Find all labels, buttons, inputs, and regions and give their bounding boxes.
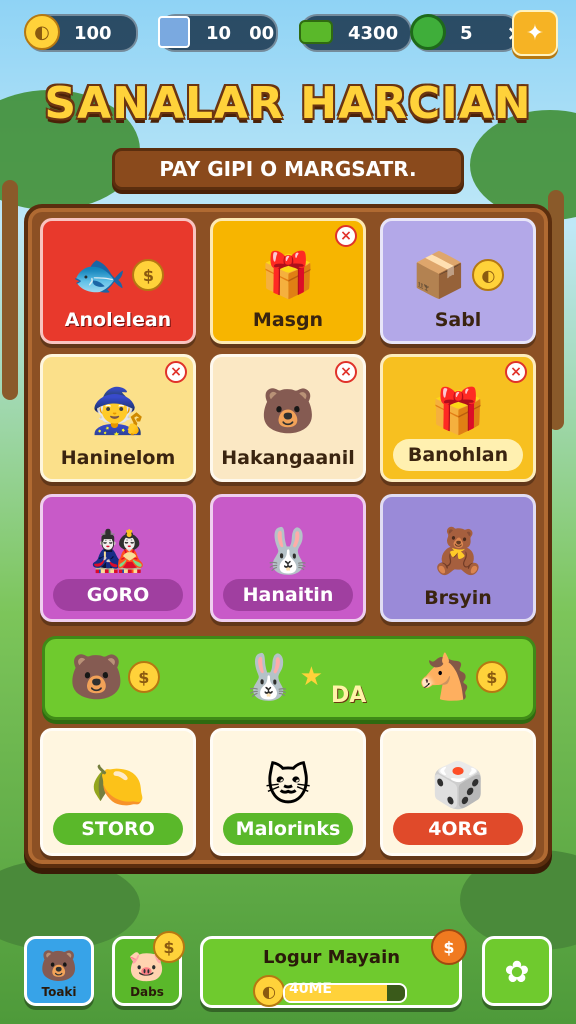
card-label: Haninelom <box>60 447 176 469</box>
main-action-value: 40ME <box>289 981 332 997</box>
card-label: STORO <box>53 813 183 845</box>
card-brsyin[interactable]: 🧸 Brsyin <box>380 494 536 622</box>
puzzle-icon: ✿ <box>504 955 530 990</box>
bottom-bar: 🐻 Toaki 🐷 Dabs $ Logur Mayain ◐ 40ME $ ✿ <box>0 926 576 1024</box>
card-label: 4ORG <box>393 813 523 845</box>
card-label: Anolelean <box>64 309 172 331</box>
cards-extra-value: 00 <box>249 22 275 44</box>
blue-creature-icon: 🐟 <box>71 250 127 301</box>
card-storo[interactable]: 🍋 STORO <box>40 728 196 856</box>
coin-icon: ◐ <box>22 12 62 52</box>
blocks-icon: 🧸 <box>430 526 486 577</box>
toy-figure-icon: 🎎 <box>90 526 146 577</box>
card-malorinks[interactable]: 🐱 Malorinks <box>210 728 366 856</box>
card-hanaitin[interactable]: 🐰 Hanaitin <box>210 494 366 622</box>
coin-icon: $ <box>127 661 160 693</box>
card-sabl[interactable]: 📦 ◐ Sabl <box>380 218 536 344</box>
card-haninelom[interactable]: × 🧙 Haninelom <box>40 354 196 482</box>
star-icon: ★ <box>299 662 324 692</box>
rabbit-icon: 🐰 <box>241 652 296 703</box>
coins-counter[interactable]: ◐ 100 <box>24 14 138 52</box>
page-title: SANALAR HARCIAN <box>44 78 532 129</box>
cards-value: 10 <box>206 22 232 44</box>
card-art: 🧙 <box>43 371 193 451</box>
banner-left: 🐻 $ <box>69 651 160 703</box>
puzzle-button[interactable]: ✿ <box>482 936 552 1006</box>
coin-icon: ◐ <box>253 975 285 1007</box>
cat-icon: 🐱 <box>265 759 311 811</box>
calendar-icon <box>154 12 194 52</box>
card-label: Masgn <box>252 309 324 331</box>
card-art: 🎁 <box>213 235 363 315</box>
bear-icon: 🐻 <box>260 386 316 437</box>
box-icon: 📦 <box>411 250 467 301</box>
bear-icon: 🐻 <box>40 949 78 984</box>
banner-label: DA <box>331 683 367 708</box>
bunny-icon: 🐰 <box>260 526 316 577</box>
coins-value: 100 <box>74 22 112 44</box>
banner-right: 🐴 $ <box>417 651 508 703</box>
settings-button[interactable]: ✦ <box>512 10 558 56</box>
cash-icon <box>296 12 336 52</box>
coin-icon: $ <box>475 661 508 693</box>
gift-box-icon: 🎁 <box>430 386 486 437</box>
nav-button-toaki[interactable]: 🐻 Toaki <box>24 936 94 1006</box>
card-masgn[interactable]: × 🎁 Masgn <box>210 218 366 344</box>
card-art: 🐟 $ <box>43 235 193 315</box>
main-action-button[interactable]: Logur Mayain ◐ 40ME $ <box>200 929 467 1008</box>
pony-icon: 🐴 <box>417 652 472 703</box>
card-banohlan[interactable]: × 🎁 Banohlan <box>380 354 536 482</box>
featured-banner[interactable]: 🐻 $ 🐰 ★ DA 🐴 $ <box>42 636 536 720</box>
coin-badge-icon: $ <box>431 929 467 965</box>
palm-trunk-left <box>2 180 18 400</box>
badge-icon <box>408 12 448 52</box>
card-art: 🧸 <box>383 511 533 591</box>
rank-value: 5 <box>460 22 473 44</box>
gnome-icon: 🧙 <box>90 386 146 437</box>
cube-icon: 🎲 <box>430 760 486 811</box>
banner-center: 🐰 ★ <box>241 651 323 703</box>
card-label: GORO <box>53 579 183 611</box>
puzzle-icon: ✦ <box>525 20 545 46</box>
lemon-creature-icon: 🍋 <box>90 760 146 811</box>
coin-icon: $ <box>132 259 165 291</box>
card-label: Hakangaanil <box>221 447 355 469</box>
cards-counter[interactable]: 10 00 <box>158 14 278 52</box>
top-resource-bar: ◐ 100 10 00 4300 5 × ✦ <box>18 10 558 56</box>
rank-counter[interactable]: 5 × <box>410 14 523 52</box>
card-anolelean[interactable]: 🐟 $ Anolelean <box>40 218 196 344</box>
coin-icon: $ <box>153 931 185 963</box>
card-art: 🐻 <box>213 371 363 451</box>
card-art: 📦 ◐ <box>383 235 533 315</box>
page-subtitle: PAY GIPI O MARGSATR. <box>112 148 464 190</box>
fox-icon: 🐻 <box>69 652 124 703</box>
nav-label: Toaki <box>41 985 77 999</box>
coin-icon: ◐ <box>472 259 505 291</box>
card-label: Brsyin <box>424 587 492 609</box>
game-board: 🐟 $ Anolelean × 🎁 Masgn 📦 ◐ Sabl × 🧙 Hanin… <box>24 204 552 868</box>
card-goro[interactable]: 🎎 GORO <box>40 494 196 622</box>
card-label: Banohlan <box>393 439 523 471</box>
gems-counter[interactable]: 4300 <box>299 14 412 52</box>
nav-button-dabs[interactable]: 🐷 Dabs $ <box>112 931 185 1006</box>
card-hakangaanil[interactable]: × 🐻 Hakangaanil <box>210 354 366 482</box>
gems-value: 4300 <box>348 22 399 44</box>
card-label: Malorinks <box>223 813 353 845</box>
toy-icon: 🎁 <box>260 250 316 301</box>
card-4org[interactable]: 🎲 4ORG <box>380 728 536 856</box>
nav-label: Dabs <box>130 985 164 999</box>
main-action-title: Logur Mayain <box>263 947 401 968</box>
card-label: Sabl <box>434 309 482 331</box>
card-label: Hanaitin <box>223 579 353 611</box>
